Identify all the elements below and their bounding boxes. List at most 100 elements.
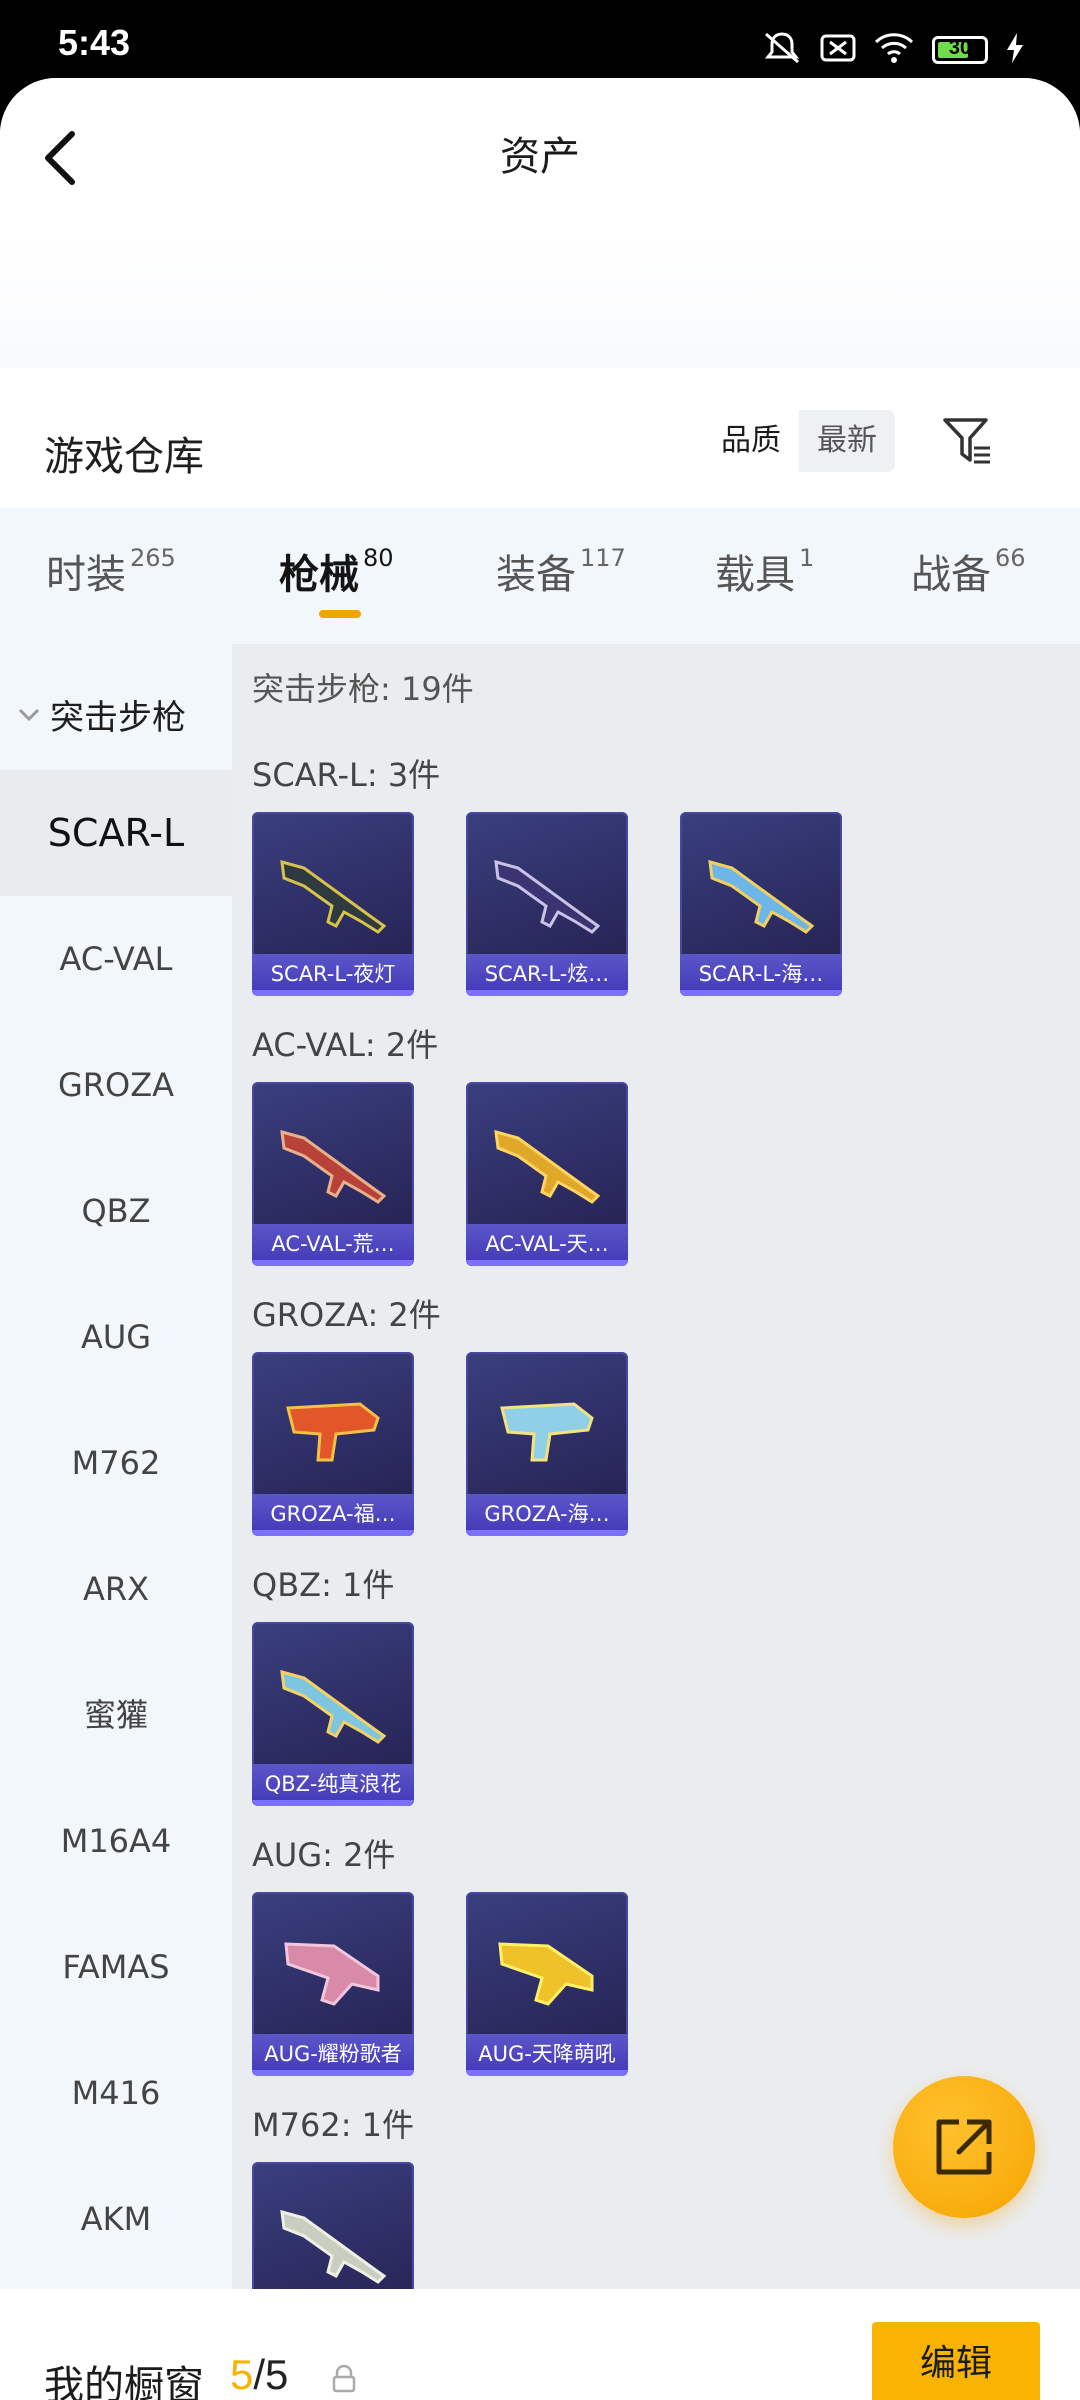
sidebar-item-ac-val[interactable]: AC-VAL xyxy=(0,896,232,1022)
weapon-name: AUG-天降萌吼 xyxy=(478,2042,616,2066)
rifle-icon xyxy=(280,1129,387,1204)
tab-label: 载具 xyxy=(715,552,795,598)
active-tab-indicator xyxy=(319,610,361,618)
header-spacer xyxy=(0,238,1080,378)
group-title: SCAR-L: 3件 xyxy=(252,756,441,794)
status-bar: 5:43 30 xyxy=(0,0,1080,80)
group-title: AC-VAL: 2件 xyxy=(252,1026,439,1064)
sidebar-item-m416[interactable]: M416 xyxy=(0,2030,232,2156)
weapon-card[interactable]: SCAR-L-海… xyxy=(680,812,842,996)
sidebar-item-m16a4[interactable]: M16A4 xyxy=(0,1778,232,1904)
group-title: AUG: 2件 xyxy=(252,1836,396,1874)
showcase-count-separator: / xyxy=(253,2351,266,2398)
filter-icon xyxy=(943,418,990,464)
rifle-icon xyxy=(284,1942,380,2006)
rifle-icon xyxy=(286,1402,380,1462)
tab-equipment[interactable]: 装备 117 xyxy=(496,542,626,600)
tab-supplies[interactable]: 战备 66 xyxy=(911,542,1026,600)
sort-latest-button[interactable]: 最新 xyxy=(799,410,895,472)
weapon-name: AC-VAL-天… xyxy=(485,1232,609,1256)
tab-count: 80 xyxy=(363,544,394,572)
page: 资产 游戏仓库 品质 最新 时装 265 枪械 80 装备 117 载具 1 战… xyxy=(0,78,1080,2400)
sort-quality-button[interactable]: 品质 xyxy=(703,410,799,472)
weapon-name: SCAR-L-夜灯 xyxy=(270,962,396,986)
rifle-icon xyxy=(494,859,601,934)
tab-label: 枪械 xyxy=(279,552,359,598)
weapon-card[interactable]: AUG-天降萌吼 xyxy=(466,1892,628,2076)
warehouse-header: 游戏仓库 品质 最新 xyxy=(0,368,1080,508)
rifle-icon xyxy=(708,859,815,934)
weapon-card[interactable]: AC-VAL-荒… xyxy=(252,1082,414,1266)
weapon-card[interactable]: SCAR-L-夜灯 xyxy=(252,812,414,996)
category-total: 突击步枪: 19件 xyxy=(252,670,474,708)
weapon-card[interactable]: QBZ-纯真浪花 xyxy=(252,1622,414,1806)
sidebar-item-scar-l[interactable]: SCAR-L xyxy=(0,770,232,896)
edit-button[interactable]: 编辑 xyxy=(872,2322,1040,2400)
sidebar-group-assault-rifles[interactable]: 突击步枪 xyxy=(18,690,186,739)
rifle-icon xyxy=(280,2209,387,2284)
showcase-bar: 我的橱窗 5/5 编辑 xyxy=(0,2289,1080,2400)
showcase-count: 5/5 xyxy=(230,2351,288,2399)
page-title: 资产 xyxy=(500,134,580,180)
sidebar-item-aug[interactable]: AUG xyxy=(0,1274,232,1400)
rifle-icon xyxy=(498,1942,594,2006)
weapon-card[interactable]: AUG-耀粉歌者 xyxy=(252,1892,414,2076)
sidebar-item-groza[interactable]: GROZA xyxy=(0,1022,232,1148)
lock-icon xyxy=(332,2365,356,2393)
tab-label: 装备 xyxy=(496,552,576,598)
sidebar-item-honey-badger[interactable]: 蜜獾 xyxy=(0,1652,232,1778)
showcase-count-total: 5 xyxy=(265,2351,289,2398)
status-icons: 30 xyxy=(762,30,1024,70)
header: 资产 xyxy=(0,78,1080,238)
sort-toggle: 品质 最新 xyxy=(703,410,895,472)
sidebar-group-label: 突击步枪 xyxy=(50,698,186,738)
sidebar-item-qbz[interactable]: QBZ xyxy=(0,1148,232,1274)
weapon-name: AC-VAL-荒… xyxy=(271,1232,395,1256)
weapon-name: GROZA-海… xyxy=(484,1502,610,1526)
weapon-sidebar: 突击步枪 SCAR-L AC-VAL GROZA QBZ AUG M762 AR… xyxy=(0,644,232,2289)
warehouse-title: 游戏仓库 xyxy=(44,434,204,480)
sidebar-item-m762[interactable]: M762 xyxy=(0,1400,232,1526)
weapon-name: AUG-耀粉歌者 xyxy=(264,2042,402,2066)
showcase-count-current: 5 xyxy=(230,2351,254,2398)
share-button[interactable] xyxy=(893,2076,1035,2218)
sim-off-icon xyxy=(820,32,856,68)
tab-label: 时装 xyxy=(46,552,126,598)
weapon-card[interactable] xyxy=(252,2162,414,2289)
tab-count: 1 xyxy=(799,544,815,572)
filter-button[interactable] xyxy=(942,416,992,466)
weapon-name: QBZ-纯真浪花 xyxy=(264,1772,402,1796)
rifle-icon xyxy=(280,859,387,934)
weapon-name: GROZA-福… xyxy=(270,1502,396,1526)
tab-count: 265 xyxy=(130,544,176,572)
weapon-card[interactable]: GROZA-福… xyxy=(252,1352,414,1536)
tab-count: 66 xyxy=(995,544,1026,572)
weapon-card[interactable]: GROZA-海… xyxy=(466,1352,628,1536)
rifle-icon xyxy=(500,1402,594,1462)
showcase-label: 我的橱窗 xyxy=(44,2363,204,2400)
tab-vehicles[interactable]: 载具 1 xyxy=(715,542,814,600)
sidebar-item-arx[interactable]: ARX xyxy=(0,1526,232,1652)
group-title: GROZA: 2件 xyxy=(252,1296,441,1334)
group-title: M762: 1件 xyxy=(252,2106,415,2144)
battery-level: 30 xyxy=(948,37,972,59)
sidebar-item-akm[interactable]: AKM xyxy=(0,2156,232,2282)
charging-icon xyxy=(1006,33,1024,67)
share-external-icon xyxy=(936,2119,992,2175)
battery-icon: 30 xyxy=(932,36,988,64)
rifle-icon xyxy=(494,1129,601,1204)
sidebar-item-famas[interactable]: FAMAS xyxy=(0,1904,232,2030)
weapon-name: SCAR-L-海… xyxy=(698,962,824,986)
tab-guns[interactable]: 枪械 80 xyxy=(279,542,394,600)
category-tabs: 时装 265 枪械 80 装备 117 载具 1 战备 66 xyxy=(0,508,1080,644)
tab-fashion[interactable]: 时装 265 xyxy=(46,542,176,600)
mute-icon xyxy=(762,30,802,70)
rifle-icon xyxy=(280,1669,387,1744)
weapon-card[interactable]: AC-VAL-天… xyxy=(466,1082,628,1266)
chevron-down-icon xyxy=(18,708,40,721)
tab-label: 战备 xyxy=(911,552,991,598)
wifi-icon xyxy=(874,32,914,68)
tab-count: 117 xyxy=(580,544,626,572)
weapon-card[interactable]: SCAR-L-炫… xyxy=(466,812,628,996)
status-time: 5:43 xyxy=(58,22,131,63)
